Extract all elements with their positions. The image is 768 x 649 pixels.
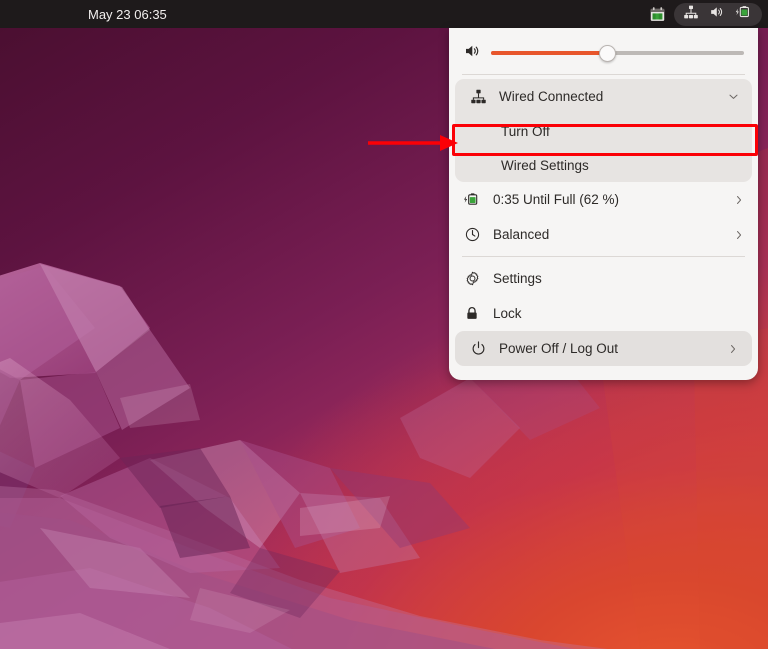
volume-slider-handle[interactable]: [599, 44, 617, 62]
lock-label: Lock: [493, 306, 522, 321]
chevron-down-icon[interactable]: [726, 90, 740, 103]
volume-slider-row[interactable]: [449, 36, 758, 70]
battery-status-label: 0:35 Until Full (62 %): [493, 192, 620, 207]
settings-row[interactable]: Settings: [449, 261, 758, 296]
lock-row[interactable]: Lock: [449, 296, 758, 331]
separator-bottom: [462, 256, 745, 257]
system-tray: [645, 0, 762, 28]
volume-icon: [708, 4, 725, 25]
power-icon: [469, 340, 487, 358]
volume-icon: [463, 42, 481, 65]
battery-charging-icon: [734, 4, 753, 25]
power-off-logout-label: Power Off / Log Out: [499, 341, 619, 356]
tray-status-pill[interactable]: [674, 2, 762, 26]
clock-label: May 23 06:35: [88, 6, 167, 22]
battery-charging-icon: [463, 191, 481, 209]
wired-network-icon: [683, 4, 699, 25]
performance-gauge-icon: [463, 226, 481, 244]
chevron-right-icon[interactable]: [726, 343, 740, 355]
network-status-label: Wired Connected: [499, 89, 604, 104]
chevron-right-icon[interactable]: [732, 229, 746, 241]
network-wired-settings-label: Wired Settings: [501, 157, 589, 173]
clock-button[interactable]: May 23 06:35: [88, 0, 167, 28]
gear-icon: [463, 270, 481, 288]
calendar-indicator-icon[interactable]: [645, 4, 670, 25]
power-profile-row[interactable]: Balanced: [449, 217, 758, 252]
wired-network-icon: [469, 88, 487, 106]
network-wired-row[interactable]: Wired Connected: [455, 79, 752, 114]
separator-top: [462, 74, 745, 75]
settings-label: Settings: [493, 271, 542, 286]
power-off-logout-row[interactable]: Power Off / Log Out: [455, 331, 752, 366]
power-profile-label: Balanced: [493, 227, 550, 242]
volume-slider[interactable]: [491, 44, 744, 62]
chevron-right-icon[interactable]: [732, 194, 746, 206]
lock-icon: [463, 305, 481, 323]
battery-row[interactable]: 0:35 Until Full (62 %): [449, 182, 758, 217]
volume-slider-fill: [491, 51, 608, 55]
top-panel: May 23 06:35: [0, 0, 768, 28]
system-menu-panel: Wired Connected Turn Off Wired Settings …: [449, 28, 758, 380]
turn-off-highlight-box: [452, 124, 758, 156]
